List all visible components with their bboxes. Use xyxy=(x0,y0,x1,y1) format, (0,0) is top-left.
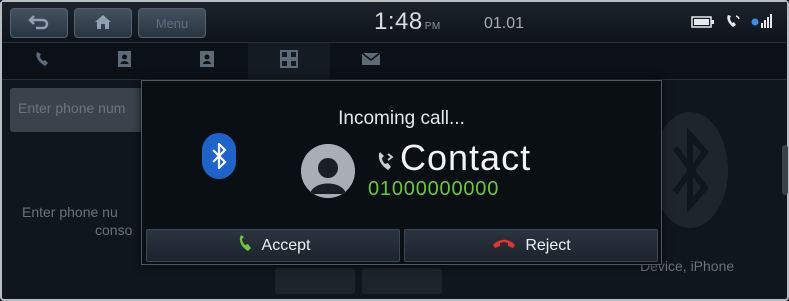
incoming-call-popup: Incoming call... Contact 01000000000 Acc… xyxy=(141,80,662,265)
home-icon xyxy=(94,14,112,33)
dial-pad-icon xyxy=(279,49,299,74)
popup-title: Incoming call... xyxy=(338,108,465,129)
contact-avatar xyxy=(301,144,355,198)
status-bar: Menu 1:48 PM 01.01 xyxy=(2,2,787,42)
reject-phone-icon xyxy=(491,236,517,255)
messages-icon xyxy=(361,51,381,71)
hint-text-line1: Enter phone nu xyxy=(22,204,118,220)
accept-phone-icon xyxy=(236,233,254,258)
back-arrow-icon xyxy=(28,13,50,34)
tab-dial-pad[interactable] xyxy=(248,43,330,79)
favorites-icon xyxy=(198,50,216,73)
reject-button[interactable]: Reject xyxy=(404,229,658,262)
hint-text-line2: conso xyxy=(95,222,133,238)
home-button[interactable] xyxy=(74,8,132,38)
bluetooth-icon xyxy=(202,133,236,179)
phone-number-input[interactable]: Enter phone num xyxy=(10,88,160,132)
status-icons xyxy=(691,13,773,34)
phone-icon xyxy=(725,13,741,34)
contacts-icon xyxy=(116,50,134,73)
reject-label: Reject xyxy=(525,236,571,254)
call-history-icon xyxy=(33,50,53,73)
contact-number: 01000000000 xyxy=(368,178,500,200)
bluetooth-signal-icon xyxy=(751,13,773,34)
accept-button[interactable]: Accept xyxy=(146,229,400,262)
contact-name: Contact xyxy=(400,137,532,178)
back-button[interactable] xyxy=(10,8,68,38)
accept-label: Accept xyxy=(261,236,311,254)
menu-button[interactable]: Menu xyxy=(138,8,206,38)
tab-contacts[interactable] xyxy=(84,43,166,79)
tab-call-history[interactable] xyxy=(2,43,84,79)
battery-icon xyxy=(691,15,715,33)
clock: 1:48 PM xyxy=(374,8,441,36)
keypad-button[interactable] xyxy=(275,268,355,294)
tab-favorites[interactable] xyxy=(166,43,248,79)
date-text: 01.01 xyxy=(484,15,525,32)
menu-label: Menu xyxy=(155,15,189,31)
ampm-text: PM xyxy=(424,21,441,32)
tab-messages[interactable] xyxy=(330,43,412,79)
scrollbar[interactable] xyxy=(782,145,788,195)
tab-bar xyxy=(2,42,787,80)
incoming-call-icon xyxy=(374,149,396,178)
settings-button[interactable] xyxy=(362,268,442,294)
bluetooth-watermark-icon xyxy=(650,110,730,230)
time-text: 1:48 xyxy=(374,8,423,35)
